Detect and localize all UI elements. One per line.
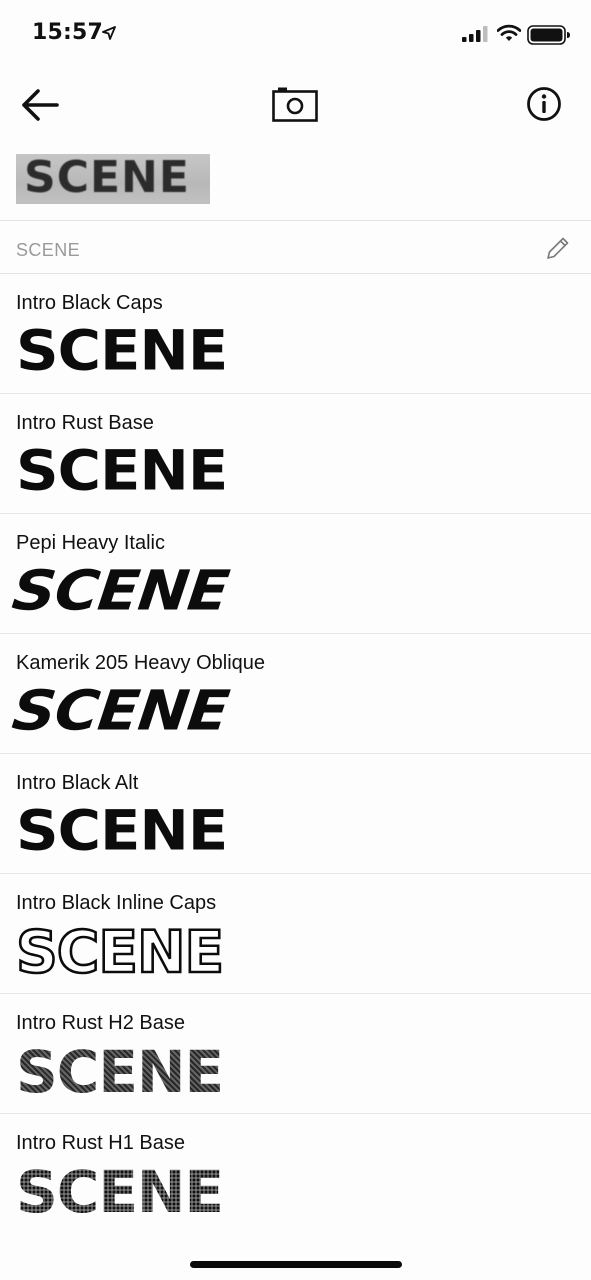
font-sample: SCENE	[16, 1038, 224, 1106]
info-icon[interactable]	[526, 86, 562, 122]
divider	[0, 220, 591, 221]
font-name: Intro Black Alt	[16, 772, 139, 794]
recognized-text: SCENE	[16, 240, 81, 260]
location-arrow-icon	[102, 26, 116, 40]
pencil-icon[interactable]	[544, 234, 572, 262]
camera-icon[interactable]	[272, 86, 318, 122]
font-result-item[interactable]: Kamerik 205 Heavy Oblique SCENE	[0, 634, 591, 754]
scanned-image-preview: SCENE	[16, 154, 210, 204]
wifi-icon	[497, 24, 521, 41]
font-result-item[interactable]: Pepi Heavy Italic SCENE	[0, 514, 591, 634]
recognized-text-row: SCENE	[0, 222, 591, 272]
top-toolbar	[0, 78, 591, 130]
battery-icon	[527, 25, 570, 45]
font-sample: SCENE	[16, 798, 228, 863]
font-result-item[interactable]: Intro Black Inline Caps SCENE	[0, 874, 591, 994]
font-result-item[interactable]: Intro Black Alt SCENE	[0, 754, 591, 874]
cellular-signal-icon	[462, 26, 488, 42]
status-time: 15:57	[32, 20, 104, 45]
font-name: Intro Black Caps	[16, 292, 163, 314]
font-name: Intro Rust H2 Base	[16, 1012, 185, 1034]
font-results-list: Intro Black Caps SCENE Intro Rust Base S…	[0, 274, 591, 1233]
home-indicator[interactable]	[190, 1261, 402, 1268]
scanned-text: SCENE	[24, 154, 190, 203]
font-name: Intro Rust Base	[16, 412, 154, 434]
font-sample: SCENE	[9, 558, 232, 623]
back-arrow-icon[interactable]	[20, 88, 60, 122]
font-sample: SCENE	[16, 318, 228, 383]
font-sample: SCENE	[9, 678, 232, 743]
font-sample: SCENE	[15, 918, 226, 986]
font-name: Pepi Heavy Italic	[16, 532, 165, 554]
font-name: Kamerik 205 Heavy Oblique	[16, 652, 266, 674]
font-result-item[interactable]: Intro Rust H1 Base SCENE	[0, 1114, 591, 1233]
font-name: Intro Rust H1 Base	[16, 1132, 185, 1154]
font-sample: SCENE	[16, 1158, 224, 1226]
font-result-item[interactable]: Intro Rust H2 Base SCENE	[0, 994, 591, 1114]
status-bar: 15:57	[0, 0, 591, 70]
font-result-item[interactable]: Intro Black Caps SCENE	[0, 274, 591, 394]
font-result-item[interactable]: Intro Rust Base SCENE	[0, 394, 591, 514]
font-name: Intro Black Inline Caps	[16, 892, 217, 914]
font-sample: SCENE	[16, 438, 228, 503]
